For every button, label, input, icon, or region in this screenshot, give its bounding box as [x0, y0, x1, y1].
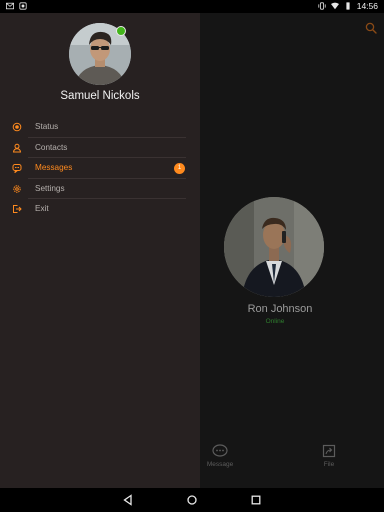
exit-icon — [13, 205, 22, 213]
clock: 14:56 — [356, 1, 378, 11]
menu-item-exit[interactable]: Exit — [0, 199, 200, 220]
app-icon — [19, 2, 27, 10]
recents-icon[interactable] — [250, 494, 262, 506]
mail-icon — [6, 2, 14, 10]
back-icon[interactable] — [122, 494, 134, 506]
menu-item-label: Messages — [35, 163, 73, 172]
unread-badge: 1 — [174, 163, 185, 174]
menu-item-label: Settings — [35, 183, 65, 193]
wifi-icon — [330, 2, 339, 10]
menu-item-label: Exit — [35, 204, 49, 213]
vibrate-icon — [318, 2, 326, 10]
message-icon — [212, 444, 228, 457]
contacts-icon — [12, 143, 22, 152]
menu-item-messages[interactable]: Messages 1 — [0, 158, 200, 179]
callee-name: Ron Johnson — [247, 303, 313, 315]
message-label: Message — [206, 461, 234, 468]
battery-icon — [346, 2, 350, 10]
online-status-dot — [116, 26, 126, 36]
navigation-drawer: Samuel Nickols Status Contacts Messages … — [0, 13, 200, 488]
file-button[interactable]: File — [304, 444, 354, 468]
drawer-menu: Status Contacts Messages 1 Settings Exit — [0, 117, 200, 220]
menu-item-settings[interactable]: Settings — [0, 179, 200, 199]
file-label: File — [323, 461, 335, 468]
user-name: Samuel Nickols — [60, 90, 140, 102]
home-icon[interactable] — [186, 494, 198, 506]
status-icon — [12, 122, 22, 132]
menu-item-contacts[interactable]: Contacts — [0, 138, 200, 158]
messages-icon — [12, 164, 22, 173]
system-navigation-bar — [0, 488, 384, 512]
menu-item-status[interactable]: Status — [0, 117, 200, 138]
menu-item-label: Contacts — [35, 142, 68, 152]
callee-status: Online — [265, 318, 285, 325]
callee-avatar — [224, 197, 324, 297]
message-button[interactable]: Message — [195, 444, 245, 468]
share-file-icon — [322, 444, 336, 458]
menu-item-label: Status — [35, 122, 59, 131]
settings-icon — [13, 184, 21, 193]
search-icon[interactable] — [364, 21, 378, 35]
status-bar: 14:56 — [0, 0, 384, 13]
